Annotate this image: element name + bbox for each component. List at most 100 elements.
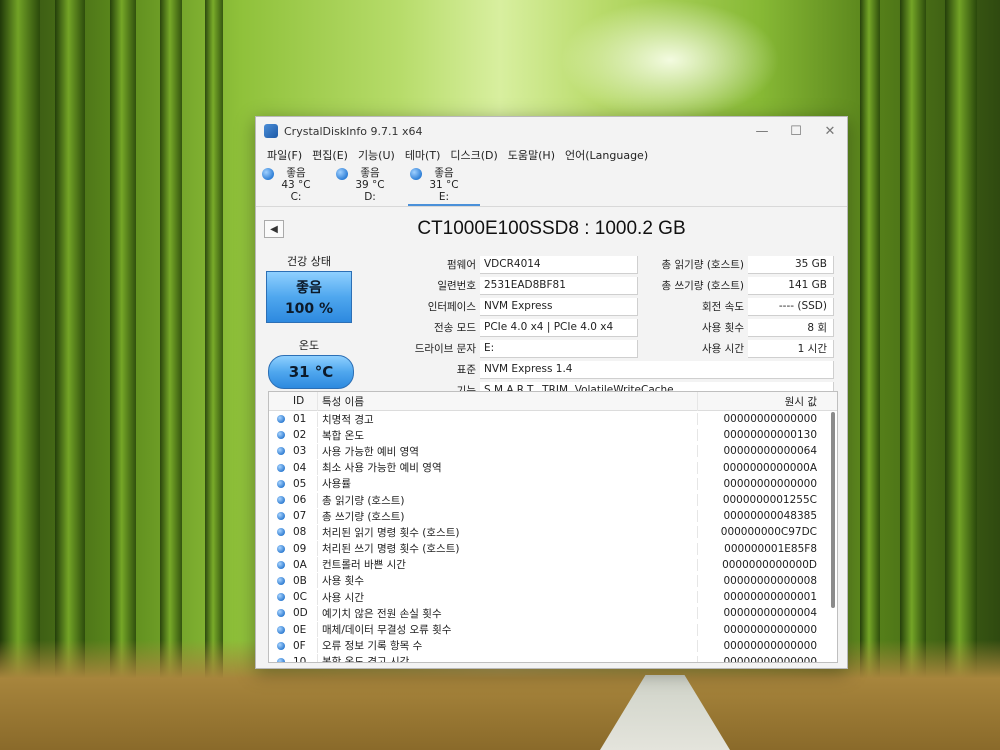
table-row[interactable]: 0E 매체/데이터 무결성 오류 횟수 00000000000000 [269, 621, 837, 638]
table-row[interactable]: 06 총 읽기량 (호스트) 0000000001255C [269, 492, 837, 508]
table-row[interactable]: 0A 컨트롤러 바쁜 시간 0000000000000D [269, 557, 837, 573]
status-good-icon [277, 463, 285, 472]
attribute-id: 05 [293, 477, 307, 490]
table-row[interactable]: 07 총 쓰기량 (호스트) 00000000048385 [269, 508, 837, 524]
attribute-id: 04 [293, 461, 307, 474]
power-hours-label: 사용 시간 [702, 343, 744, 355]
attribute-name: 사용 횟수 [317, 573, 697, 589]
table-row[interactable]: 03 사용 가능한 예비 영역 00000000000064 [269, 443, 837, 459]
drive-tab-e[interactable]: 좋음 31 °C E: [408, 165, 480, 206]
header-id[interactable]: ID [293, 395, 317, 407]
attribute-name: 처리된 읽기 명령 횟수 (호스트) [317, 524, 697, 540]
menu-file[interactable]: 파일(F) [262, 147, 307, 163]
drive-temp: 43 °C [281, 179, 311, 191]
triangle-left-icon: ◀ [270, 223, 278, 235]
temperature-label: 온도 [298, 339, 320, 352]
attribute-raw-value: 00000000000000 [697, 639, 821, 652]
table-row[interactable]: 0B 사용 횟수 00000000000008 [269, 573, 837, 589]
health-percent: 100 % [284, 301, 334, 317]
minimize-button[interactable]: — [745, 117, 779, 145]
attribute-id: 0A [293, 558, 307, 571]
table-row[interactable]: 01 치명적 경고 00000000000000 [269, 411, 837, 427]
drive-tab-d[interactable]: 좋음 39 °C D: [334, 165, 406, 206]
drive-letter: C: [290, 191, 302, 203]
smart-attribute-table[interactable]: ID 특성 이름 원시 값 01 치명적 경고 00000000000000 02 복합… [268, 391, 838, 663]
table-header: ID 특성 이름 원시 값 [269, 392, 837, 411]
status-good-icon [336, 168, 348, 180]
menu-function[interactable]: 기능(U) [353, 147, 400, 163]
power-count-label: 사용 횟수 [702, 322, 744, 334]
bamboo-stalk [860, 0, 880, 690]
table-row[interactable]: 08 처리된 읽기 명령 횟수 (호스트) 000000000C97DC [269, 524, 837, 540]
attribute-raw-value: 00000000000000 [697, 655, 821, 662]
header-attribute-name[interactable]: 특성 이름 [317, 392, 697, 411]
title-bar[interactable]: CrystalDiskInfo 9.7.1 x64 — ☐ ✕ [256, 117, 847, 145]
menu-language[interactable]: 언어(Language) [560, 147, 653, 163]
attribute-id: 0F [293, 639, 306, 652]
table-row[interactable]: 02 복합 온도 00000000000130 [269, 427, 837, 443]
table-row[interactable]: 09 처리된 쓰기 명령 횟수 (호스트) 000000001E85F8 [269, 541, 837, 557]
attribute-name: 예기치 않은 전원 손실 횟수 [317, 605, 697, 621]
menu-theme[interactable]: 테마(T) [400, 147, 446, 163]
attribute-id: 0C [293, 591, 308, 604]
status-good-icon [277, 415, 285, 424]
table-row[interactable]: 04 최소 사용 가능한 예비 영역 0000000000000A [269, 460, 837, 476]
status-good-icon [277, 512, 285, 521]
power-count-value: 8 회 [748, 318, 834, 337]
status-good-icon [277, 496, 285, 505]
status-good-icon [277, 479, 285, 488]
rotation-row: 회전 속도 ---- (SSD) [644, 297, 834, 316]
table-row[interactable]: 0C 사용 시간 00000000000001 [269, 589, 837, 605]
attribute-raw-value: 00000000000000 [697, 413, 821, 426]
attribute-id: 0B [293, 574, 307, 587]
attribute-name: 총 쓰기량 (호스트) [317, 508, 697, 524]
status-good-icon [277, 625, 285, 634]
status-good-icon [277, 528, 285, 537]
attribute-id: 06 [293, 494, 307, 507]
status-good-icon [277, 544, 285, 553]
health-status: 좋음 [296, 280, 322, 296]
attribute-raw-value: 00000000000000 [697, 623, 821, 636]
attribute-name: 총 읽기량 (호스트) [317, 492, 697, 508]
attribute-raw-value: 00000000000130 [697, 429, 821, 442]
attribute-raw-value: 0000000001255C [697, 494, 821, 507]
attribute-raw-value: 00000000000001 [697, 591, 821, 604]
attribute-id: 02 [293, 429, 307, 442]
serial-row: 일련번호 2531EAD8BF81 [364, 276, 638, 295]
attribute-name: 복합 온도 경고 시간 [317, 654, 697, 662]
menu-disk[interactable]: 디스크(D) [445, 147, 502, 163]
health-status-button[interactable]: 좋음 100 % [266, 271, 352, 323]
host-reads-value: 35 GB [748, 255, 834, 274]
attribute-raw-value: 000000000C97DC [697, 526, 821, 539]
attribute-id: 03 [293, 445, 307, 458]
table-scrollbar[interactable] [831, 412, 835, 608]
menu-help[interactable]: 도움말(H) [503, 147, 560, 163]
temperature-button[interactable]: 31 °C [268, 355, 354, 389]
status-good-icon [277, 593, 285, 602]
attribute-id: 0D [293, 607, 308, 620]
bamboo-stalk [0, 0, 40, 690]
power-hours-row: 사용 시간 1 시간 [644, 339, 834, 358]
menu-edit[interactable]: 편집(E) [307, 147, 353, 163]
previous-disk-button[interactable]: ◀ [264, 220, 284, 238]
attribute-id: 09 [293, 542, 307, 555]
header-raw-value[interactable]: 원시 값 [697, 392, 821, 411]
table-row[interactable]: 0D 예기치 않은 전원 손실 횟수 00000000000004 [269, 605, 837, 621]
table-row[interactable]: 05 사용률 00000000000000 [269, 476, 837, 492]
attribute-name: 사용률 [317, 476, 697, 492]
disk-model-title: CT1000E100SSD8 : 1000.2 GB [417, 218, 686, 239]
table-row[interactable]: 0F 오류 정보 기록 항목 수 00000000000000 [269, 638, 837, 654]
attribute-name: 사용 시간 [317, 589, 697, 605]
status-good-icon [277, 560, 285, 569]
close-button[interactable]: ✕ [813, 117, 847, 145]
table-row[interactable]: 10 복합 온도 경고 시간 00000000000000 [269, 654, 837, 662]
attribute-name: 오류 정보 기록 항목 수 [317, 638, 697, 654]
standard-label: 표준 [456, 364, 476, 376]
rotation-label: 회전 속도 [702, 301, 744, 313]
power-hours-value: 1 시간 [748, 339, 834, 358]
drive-tab-c[interactable]: 좋음 43 °C C: [260, 165, 332, 206]
maximize-button[interactable]: ☐ [779, 117, 813, 145]
drive-letter: E: [438, 191, 450, 203]
menu-bar: 파일(F) 편집(E) 기능(U) 테마(T) 디스크(D) 도움말(H) 언어… [256, 145, 847, 165]
attribute-name: 컨트롤러 바쁜 시간 [317, 557, 697, 573]
